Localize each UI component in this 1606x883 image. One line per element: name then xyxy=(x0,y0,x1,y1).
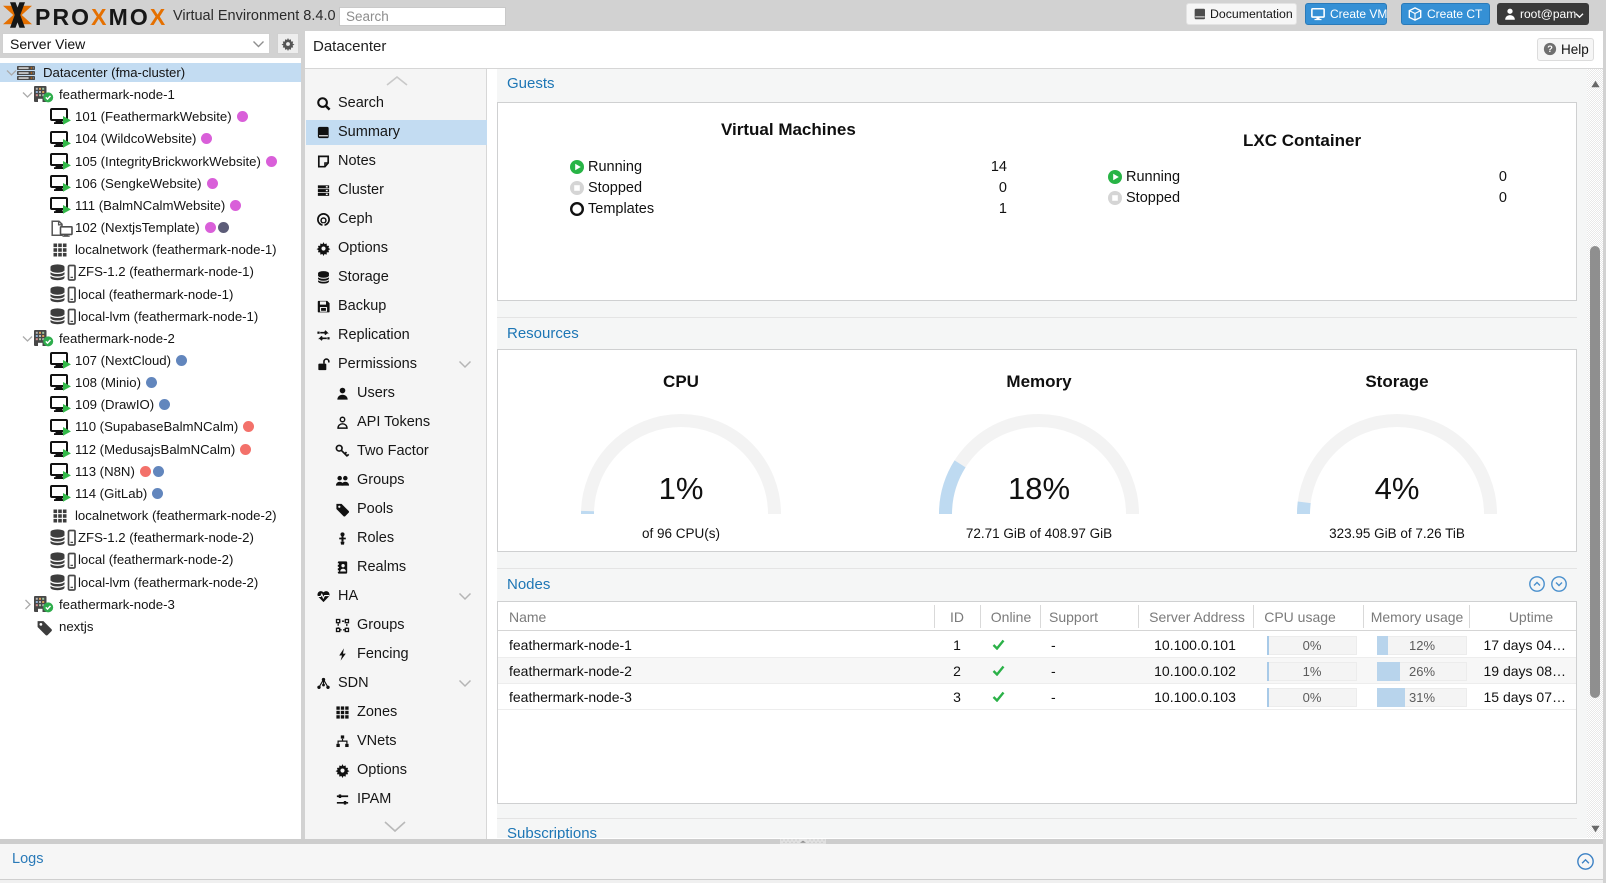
svg-text:?: ? xyxy=(1547,44,1553,54)
